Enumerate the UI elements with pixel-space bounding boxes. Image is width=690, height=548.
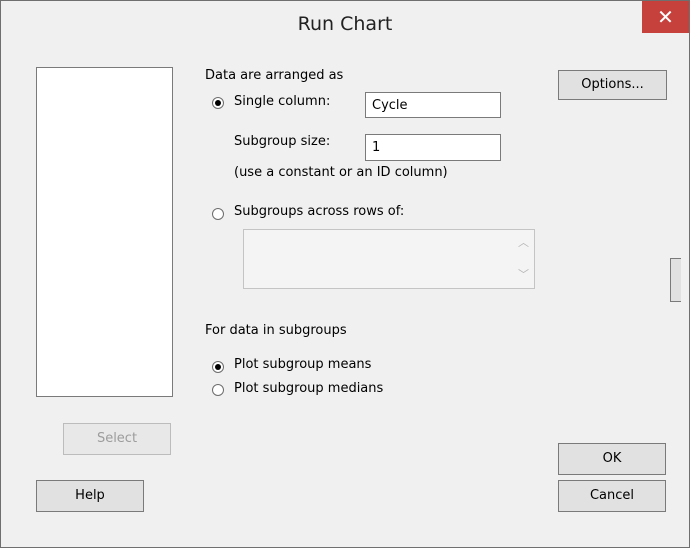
medians-label: Plot subgroup medians (234, 381, 384, 396)
across-rows-label: Subgroups across rows of: (234, 204, 405, 219)
select-button[interactable]: Select (63, 423, 171, 455)
close-icon[interactable]: ✕ (642, 1, 689, 33)
subgroup-size-input[interactable] (365, 134, 501, 161)
edge-button[interactable] (670, 258, 681, 302)
ok-button[interactable]: OK (558, 443, 666, 475)
cancel-button[interactable]: Cancel (558, 480, 666, 512)
across-rows-radio[interactable] (212, 208, 224, 220)
dialog-title: Run Chart (297, 13, 393, 35)
arrangement-heading: Data are arranged as (205, 68, 344, 83)
single-column-label: Single column: (234, 94, 331, 109)
means-radio[interactable] (212, 361, 224, 373)
across-rows-textbox[interactable]: ︿ ﹀ (243, 229, 535, 289)
single-column-radio[interactable] (212, 97, 224, 109)
subgroups-heading: For data in subgroups (205, 323, 347, 338)
chevron-down-icon[interactable]: ﹀ (518, 266, 529, 282)
chevron-up-icon[interactable]: ︿ (518, 234, 529, 250)
means-label: Plot subgroup means (234, 357, 372, 372)
dialog-body: Data are arranged as Single column: Subg… (9, 47, 681, 539)
subgroup-size-hint: (use a constant or an ID column) (234, 165, 448, 180)
help-button[interactable]: Help (36, 480, 144, 512)
single-column-input[interactable] (365, 92, 501, 118)
subgroup-size-label: Subgroup size: (234, 134, 331, 149)
run-chart-dialog: Run Chart ✕ Data are arranged as Single … (0, 0, 690, 548)
medians-radio[interactable] (212, 384, 224, 396)
title-bar: Run Chart ✕ (1, 1, 689, 47)
options-button[interactable]: Options... (558, 70, 667, 100)
variable-listbox[interactable] (36, 67, 173, 397)
